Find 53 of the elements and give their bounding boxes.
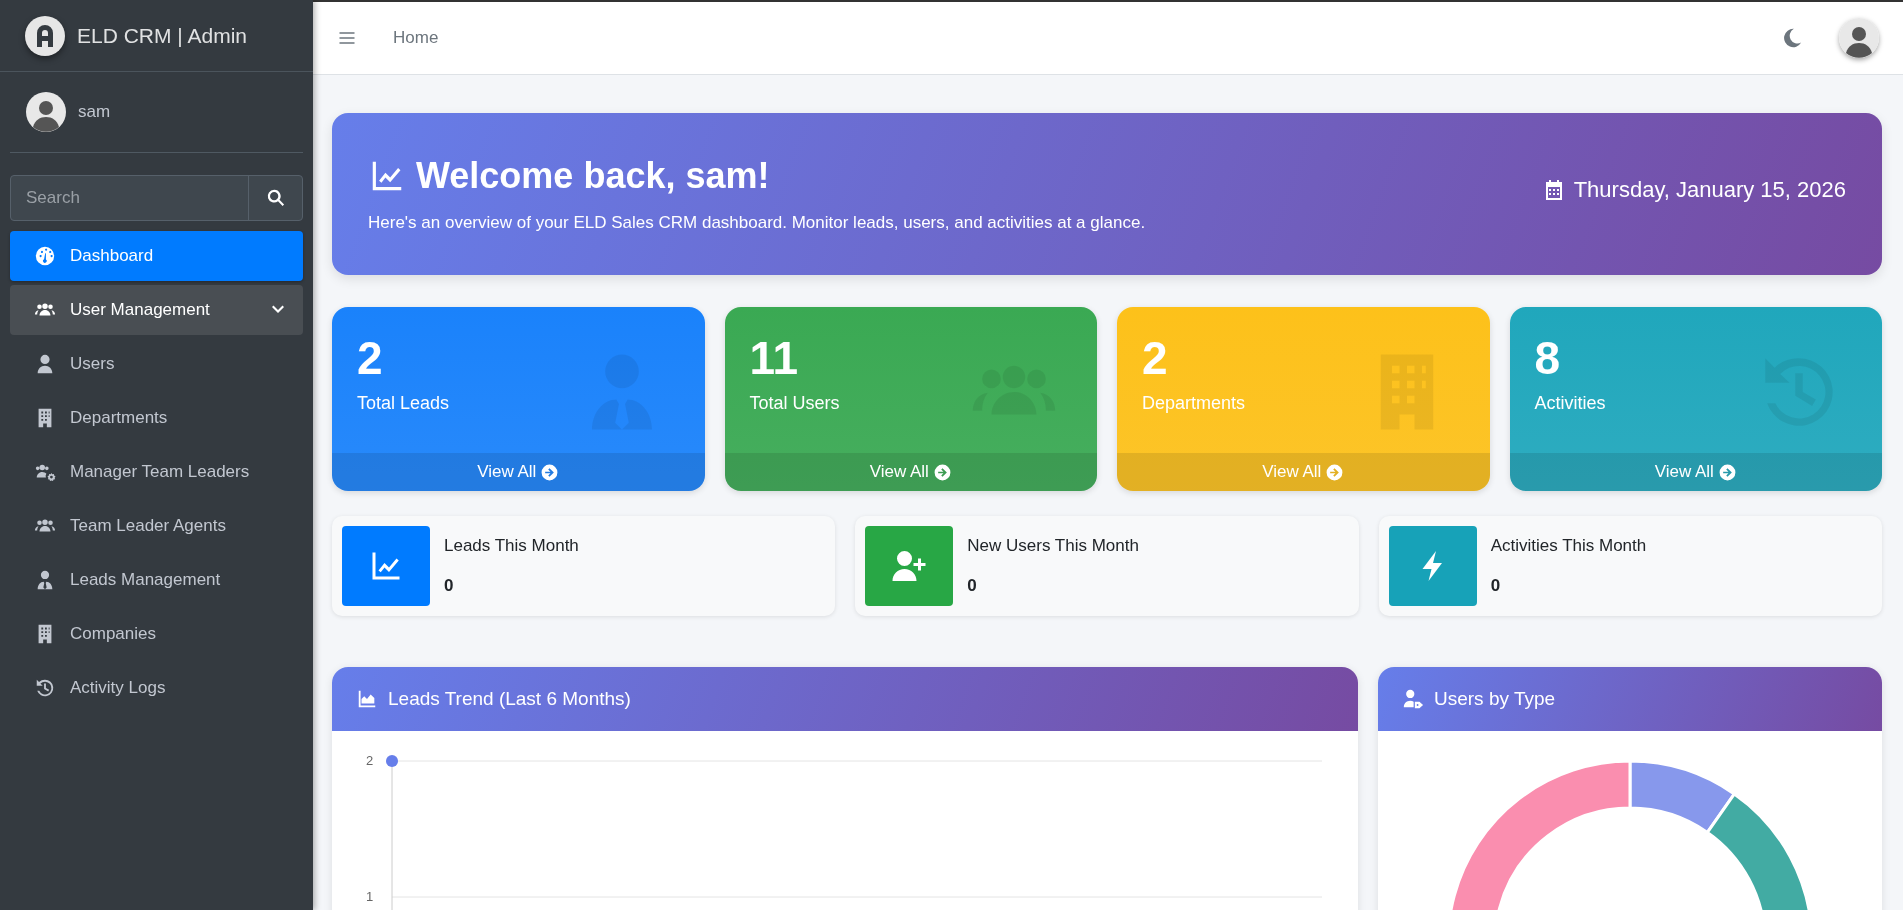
current-date: Thursday, January 15, 2026 bbox=[1573, 177, 1846, 203]
stat-value: 2 bbox=[1142, 335, 1169, 381]
chart-title: Users by Type bbox=[1434, 688, 1556, 710]
info-value: 0 bbox=[1490, 576, 1502, 596]
data-point bbox=[386, 755, 398, 767]
welcome-subtitle: Here's an overview of your ELD Sales CRM dashboard. Monitor leads, users, and activities at a glance. bbox=[368, 213, 1147, 233]
info-value: 0 bbox=[967, 576, 978, 596]
user-plus-icon bbox=[891, 548, 928, 584]
nav-item[interactable]: Users bbox=[10, 339, 303, 389]
moon-icon bbox=[1781, 27, 1803, 49]
user-name[interactable]: sam bbox=[78, 102, 111, 122]
view-all-link[interactable]: View All bbox=[869, 462, 952, 482]
welcome-title: Welcome back, sam! bbox=[416, 155, 770, 197]
stat-label: Activities bbox=[1534, 393, 1607, 414]
stat-label: Total Users bbox=[749, 393, 841, 414]
nav-item[interactable]: Manager Team Leaders bbox=[10, 447, 303, 497]
theme-toggle[interactable] bbox=[1781, 27, 1803, 49]
stat-label: Total Leads bbox=[357, 393, 451, 414]
nav-item[interactable]: Leads Management bbox=[10, 555, 303, 605]
area-chart-icon bbox=[356, 688, 378, 710]
user-tag-icon bbox=[1402, 688, 1424, 710]
history-icon bbox=[34, 677, 56, 699]
nav-item[interactable]: Departments bbox=[10, 393, 303, 443]
arrow-circle-right-icon bbox=[932, 462, 952, 482]
stat-value: 11 bbox=[749, 335, 800, 381]
nav-item[interactable]: Team Leader Agents bbox=[10, 501, 303, 551]
nav-item[interactable]: Activity Logs bbox=[10, 663, 303, 713]
avatar bbox=[26, 92, 66, 132]
avatar bbox=[1839, 18, 1879, 58]
info-label: Leads This Month bbox=[444, 536, 579, 556]
info-label: Activities This Month bbox=[1490, 536, 1647, 556]
info-value: 0 bbox=[444, 576, 455, 596]
chart-title: Leads Trend (Last 6 Months) bbox=[388, 688, 631, 710]
arrow-circle-right-icon bbox=[1325, 462, 1345, 482]
user-avatar-button[interactable] bbox=[1839, 18, 1879, 58]
nav-item[interactable]: User Management bbox=[10, 285, 303, 335]
info-label: New Users This Month bbox=[967, 536, 1139, 556]
breadcrumb-link[interactable]: Home bbox=[393, 28, 439, 48]
search-box[interactable]: Search bbox=[10, 175, 303, 221]
arrow-circle-right-icon bbox=[540, 462, 560, 482]
gauge-icon bbox=[34, 245, 56, 267]
stat-value: 2 bbox=[357, 335, 384, 381]
logo-icon bbox=[25, 15, 65, 56]
axis-label: 1 bbox=[366, 889, 374, 904]
arrow-circle-right-icon bbox=[1717, 462, 1737, 482]
stat-label: Departments bbox=[1142, 393, 1247, 414]
brand-name[interactable]: ELD CRM | Admin bbox=[77, 23, 247, 48]
search-field[interactable]: Search bbox=[11, 176, 248, 220]
stat-value: 8 bbox=[1534, 335, 1562, 381]
nav-item[interactable]: Companies bbox=[10, 609, 303, 659]
axis-label: 2 bbox=[366, 753, 374, 768]
view-all-link[interactable]: View All bbox=[477, 462, 560, 482]
nav-item[interactable]: Dashboard bbox=[10, 231, 303, 281]
